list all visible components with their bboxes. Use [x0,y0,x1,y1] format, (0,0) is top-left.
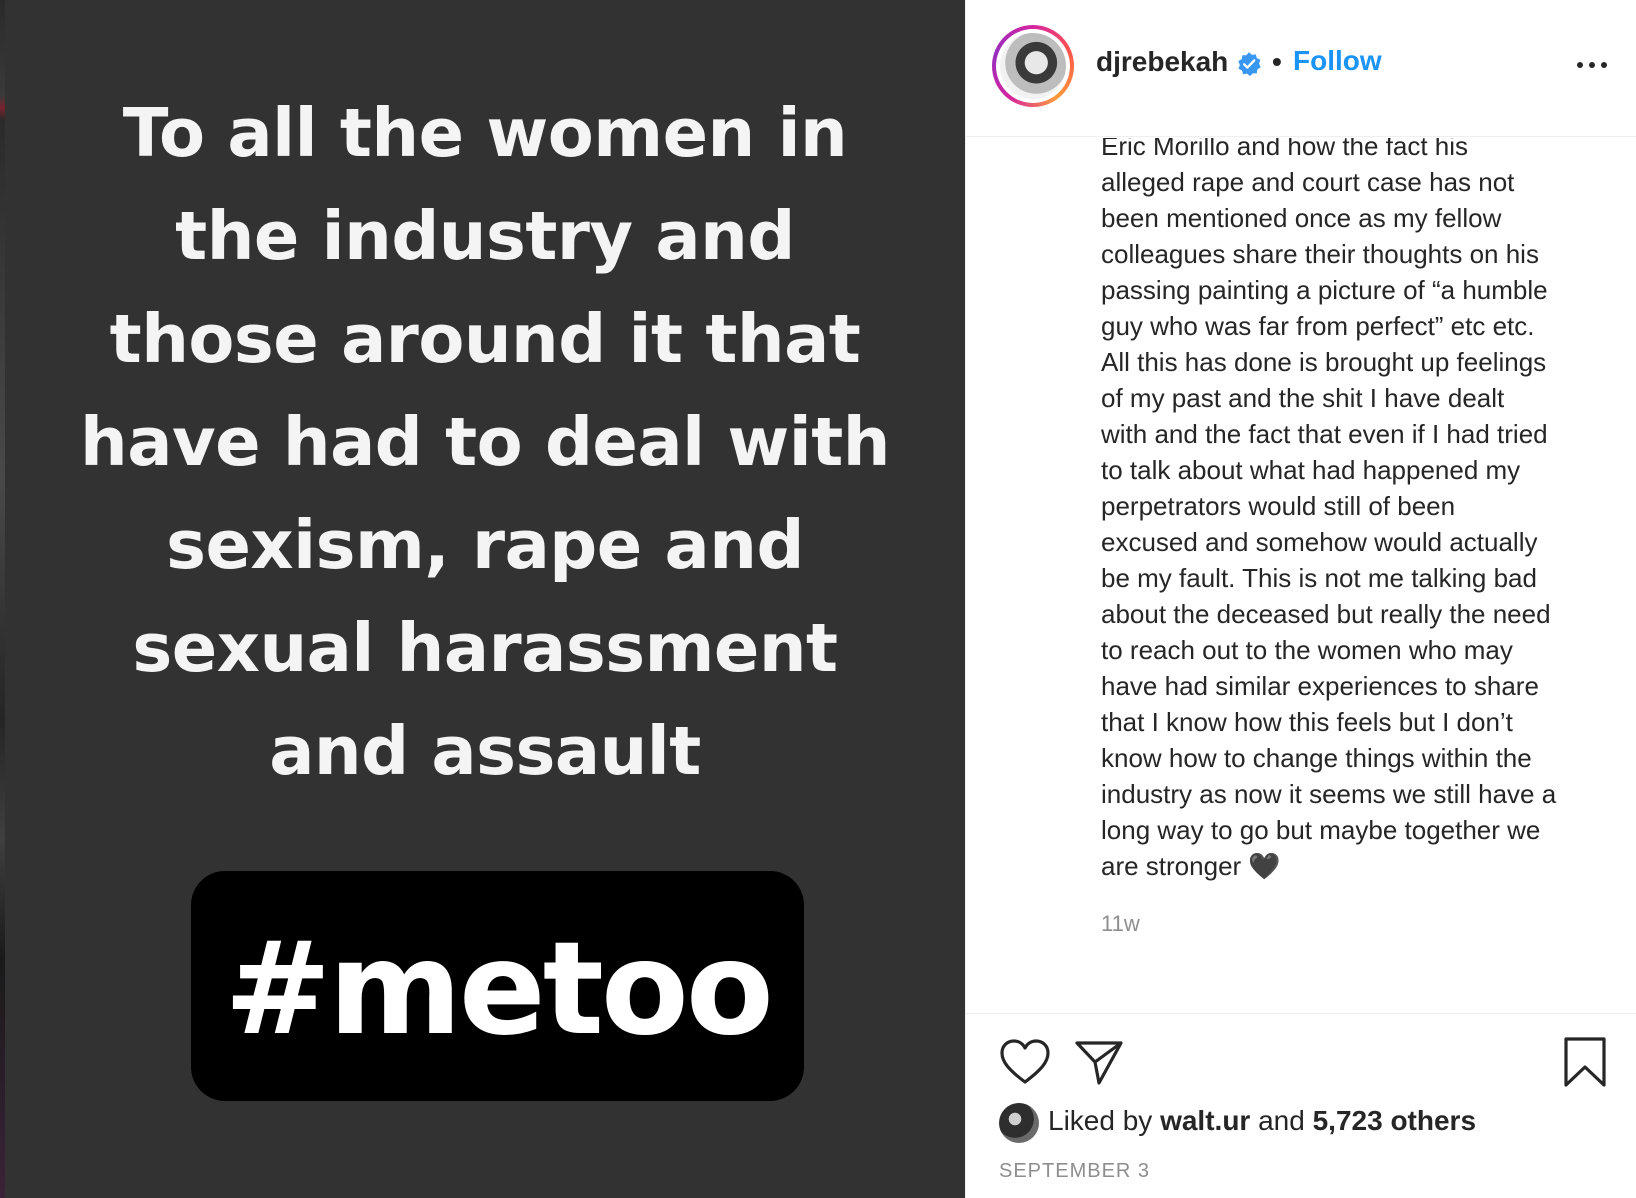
image-edge-strip [0,0,5,1198]
liker-username-link[interactable]: walt.ur [1160,1105,1250,1136]
avatar-border [996,29,1070,103]
caption-text: Eric Morillo and how the fact his allege… [1101,138,1557,881]
likes-middle: and [1250,1105,1313,1136]
share-icon[interactable] [1074,1038,1124,1086]
avatar-story-ring[interactable] [992,25,1074,107]
hashtag-box: #metoo [191,871,804,1101]
liker-avatar[interactable] [999,1103,1039,1143]
caption-timestamp[interactable]: 11w [1101,911,1140,937]
follow-button[interactable]: Follow [1293,45,1382,77]
more-options-icon[interactable] [1574,50,1610,80]
image-text-line: those around it that [109,300,861,378]
hashtag-text: #metoo [224,915,773,1064]
post-date[interactable]: SEPTEMBER 3 [999,1160,1150,1183]
verified-badge-icon [1238,52,1261,77]
image-text-block: To all the women in the industry and tho… [55,82,915,803]
actions-divider [966,1013,1636,1014]
likes-summary: Liked by walt.ur and 5,723 others [1048,1105,1476,1137]
instagram-post: To all the women in the industry and tho… [0,0,1636,1198]
image-text-line: the industry and [175,197,795,275]
post-image[interactable]: To all the women in the industry and tho… [0,0,965,1198]
image-text-line: sexism, rape and [166,506,804,584]
image-text-line: sexual harassment [132,609,838,687]
bookmark-icon[interactable] [1562,1036,1608,1088]
post-header: djrebekah • Follow [966,0,1636,137]
likes-prefix: Liked by [1048,1105,1161,1136]
username-link[interactable]: djrebekah [1096,46,1228,78]
image-text-line: To all the women in [122,94,848,172]
avatar [1000,33,1066,99]
heart-icon[interactable] [999,1038,1051,1086]
header-separator: • [1272,46,1282,77]
post-sidebar: djrebekah • Follow Eric Morillo and how … [965,0,1636,1198]
others-count-link[interactable]: 5,723 others [1313,1105,1476,1136]
image-text-line: have had to deal with [80,403,890,481]
caption-scroll-area[interactable]: Eric Morillo and how the fact his allege… [966,138,1636,1013]
image-text-line: and assault [269,712,701,790]
